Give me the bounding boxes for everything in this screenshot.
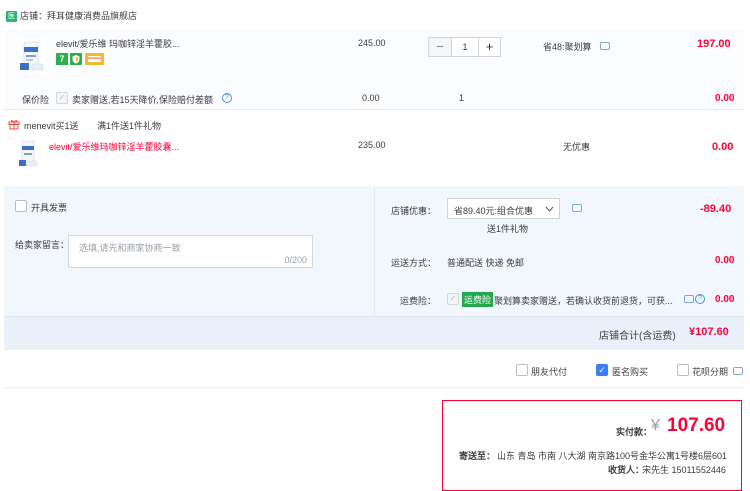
- shop-total-label: 店铺合计(含运费): [599, 331, 676, 342]
- installment-label[interactable]: 花呗分期: [692, 365, 728, 378]
- chevron-down-icon: [545, 206, 554, 212]
- message-placeholder: 选填,请先和商家协商一致: [79, 243, 181, 253]
- item-subtotal-2: 0.00: [712, 141, 734, 153]
- shipping-amount: 0.00: [715, 255, 735, 266]
- payment-currency: ¥: [651, 417, 660, 434]
- shield-icon[interactable]: [70, 53, 82, 65]
- discount-info-icon[interactable]: [600, 42, 610, 50]
- invoice-checkbox[interactable]: [15, 200, 27, 212]
- payment-summary-box: 实付款： ¥ 107.60 寄送至： 山东 青岛 市南 八大湖 南京路100号金…: [442, 400, 742, 491]
- friend-pay-checkbox[interactable]: [516, 364, 528, 376]
- product-image-1[interactable]: [17, 38, 47, 74]
- message-counter: 0/200: [284, 255, 307, 265]
- shop-discount-amount: -89.40: [700, 203, 732, 215]
- installment-checkbox[interactable]: [677, 364, 689, 376]
- receiver-value: 宋先生 15011552446: [642, 465, 726, 475]
- quantity-increase-button[interactable]: +: [478, 38, 500, 56]
- insurance-label: 保价险: [22, 95, 50, 105]
- freight-help-icon[interactable]: ?: [695, 294, 705, 304]
- address-label: 寄送至：: [459, 451, 496, 461]
- freight-insurance-label: 运费险：: [400, 296, 437, 306]
- quantity-decrease-button[interactable]: −: [429, 38, 451, 56]
- promo-label: menevit买1送: [24, 121, 79, 131]
- shop-discount-gift: 送1件礼物: [487, 224, 529, 234]
- anonymous-checkbox[interactable]: ✓: [596, 364, 608, 376]
- shipping-label: 运送方式：: [391, 258, 437, 268]
- insurance-quantity: 1: [459, 93, 465, 103]
- freight-insurance-desc: 聚划算卖家赠送，若确认收货前退货，可获...: [494, 296, 673, 306]
- shipping-method: 普通配送 快递 免邮: [447, 258, 525, 268]
- shop-discount-selected: 省89.40元:组合优惠: [454, 206, 534, 216]
- message-label: 给卖家留言：: [15, 240, 70, 250]
- insurance-price: 0.00: [362, 93, 380, 103]
- freight-info-icon[interactable]: [684, 295, 694, 303]
- help-icon[interactable]: ?: [222, 93, 232, 103]
- freight-insurance-tag: 运费险: [462, 292, 494, 307]
- item-subtotal-1: 197.00: [697, 38, 731, 50]
- insurance-checkbox[interactable]: ✓: [56, 92, 68, 104]
- shop-discount-info-icon[interactable]: [572, 204, 582, 212]
- card-icon[interactable]: [85, 53, 104, 65]
- item-price-1: 245.00: [358, 38, 386, 48]
- product-title-1[interactable]: elevit/爱乐维 玛咖锌淫羊藿胶...: [56, 38, 180, 50]
- shop-name[interactable]: 店铺：拜耳健康消费品旗舰店: [20, 11, 137, 22]
- installment-info-icon[interactable]: [733, 367, 743, 375]
- freight-insurance-amount: 0.00: [715, 294, 735, 305]
- friend-pay-label[interactable]: 朋友代付: [531, 365, 567, 378]
- address-value: 山东 青岛 市南 八大湖 南京路100号金华公寓1号楼6层601: [497, 451, 728, 461]
- gift-icon: [8, 119, 20, 130]
- message-textarea[interactable]: 选填,请先和商家协商一致 0/200: [68, 235, 313, 268]
- freight-insurance-checkbox[interactable]: ✓: [447, 293, 459, 305]
- insurance-desc: 卖家赠送,若15天降价,保险赔付差额: [72, 95, 214, 105]
- anonymous-label[interactable]: 匿名购买: [612, 365, 648, 378]
- shop-header: 医 店铺：拜耳健康消费品旗舰店: [0, 0, 750, 30]
- product-image-2[interactable]: [17, 139, 39, 171]
- shop-discount-label: 店铺优惠：: [391, 206, 437, 216]
- receiver-label: 收货人：: [608, 465, 645, 475]
- item-discount-2: 无优惠: [563, 142, 591, 152]
- shop-total-amount: ¥107.60: [689, 326, 729, 338]
- product-title-2[interactable]: elevit/爱乐维玛咖锌淫羊藿胶囊...: [49, 140, 179, 153]
- quantity-value[interactable]: 1: [451, 38, 478, 56]
- invoice-label[interactable]: 开具发票: [31, 201, 67, 214]
- shop-discount-select[interactable]: 省89.40元:组合优惠: [447, 198, 560, 219]
- item-discount-1: 省48:聚划算: [543, 42, 592, 52]
- insurance-subtotal: 0.00: [715, 93, 735, 104]
- payment-label: 实付款：: [616, 427, 653, 437]
- payment-amount: 107.60: [667, 415, 726, 436]
- seven-day-return-icon[interactable]: 7: [56, 53, 68, 65]
- item-price-2: 235.00: [358, 140, 386, 150]
- quantity-stepper[interactable]: − 1 +: [428, 37, 501, 57]
- shop-badge-icon: 医: [6, 11, 17, 22]
- promo-desc: 满1件送1件礼物: [97, 121, 162, 131]
